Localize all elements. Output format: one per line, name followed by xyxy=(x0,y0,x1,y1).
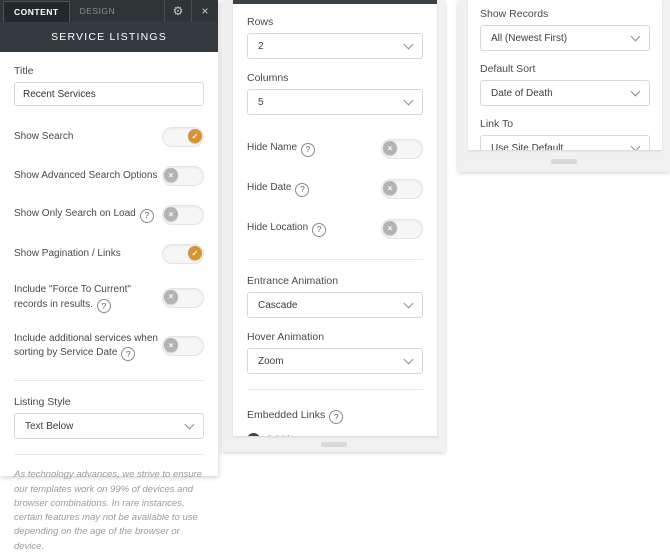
rows-value: 2 xyxy=(258,40,264,52)
tab-design[interactable]: DESIGN xyxy=(70,0,126,22)
columns-label: Columns xyxy=(247,72,289,84)
help-icon[interactable] xyxy=(96,298,111,313)
divider xyxy=(247,389,423,390)
link-to-value: Use Site Default xyxy=(491,142,564,151)
toggle-label: Show Advanced Search Options xyxy=(14,169,158,181)
drag-handle[interactable] xyxy=(551,158,577,164)
add-item-label: Add Item xyxy=(266,434,307,436)
show-search-row: Show Search xyxy=(14,127,204,147)
listing-style-select[interactable]: Text Below xyxy=(14,413,204,440)
show-search-toggle[interactable] xyxy=(162,127,204,147)
divider xyxy=(14,380,204,382)
close-button[interactable]: × xyxy=(191,0,218,22)
default-sort-value: Date of Death xyxy=(491,87,553,99)
show-only-search-toggle[interactable] xyxy=(162,205,204,225)
chevron-down-icon xyxy=(630,31,641,42)
chevron-down-icon xyxy=(403,39,414,50)
force-to-current-row: Include "Force To Current" records in re… xyxy=(14,283,204,313)
toggle-label: Show Search xyxy=(14,130,74,142)
additional-services-row: Include additional services when sorting… xyxy=(14,332,204,362)
hover-animation-select[interactable]: Zoom xyxy=(247,348,423,374)
hide-name-toggle[interactable] xyxy=(381,139,423,159)
chevron-down-icon xyxy=(403,354,414,365)
show-only-search-row: Show Only Search on Load xyxy=(14,205,204,225)
toggle-label: Include additional services when sorting… xyxy=(14,332,162,362)
divider xyxy=(14,454,204,456)
entrance-animation-label: Entrance Animation xyxy=(247,275,339,287)
panel-footer xyxy=(222,436,445,452)
hover-animation-label: Hover Animation xyxy=(247,331,325,343)
chevron-down-icon xyxy=(184,419,195,430)
chevron-down-icon xyxy=(403,298,414,309)
toggle-label: Hide Date xyxy=(247,181,310,197)
embedded-links-section: Embedded Links Add Item xyxy=(247,405,423,436)
title-field-label: Title xyxy=(14,65,34,77)
divider xyxy=(247,259,423,260)
hide-date-row: Hide Date xyxy=(247,179,423,199)
embedded-links-label: Embedded Links xyxy=(247,409,344,424)
grid-settings-card: Rows 2 Columns 5 Hide Name Hide Date xyxy=(233,0,437,436)
template-disclaimer: As technology advances, we strive to ens… xyxy=(14,469,202,552)
listing-style-label: Listing Style xyxy=(14,396,71,409)
rows-select[interactable]: 2 xyxy=(247,33,423,59)
service-listings-panel: CONTENT DESIGN ⚙ × SERVICE LISTINGS Titl… xyxy=(0,0,218,552)
hide-location-row: Hide Location xyxy=(247,219,423,239)
hide-date-toggle[interactable] xyxy=(381,179,423,199)
link-to-select[interactable]: Use Site Default xyxy=(480,135,650,150)
help-icon[interactable] xyxy=(301,142,316,157)
help-icon[interactable] xyxy=(329,410,344,424)
toggle-label: Hide Name xyxy=(247,141,316,157)
additional-services-toggle[interactable] xyxy=(162,336,204,357)
help-icon[interactable] xyxy=(295,182,310,197)
help-icon[interactable] xyxy=(121,347,136,362)
columns-select[interactable]: 5 xyxy=(247,89,423,115)
hover-animation-value: Zoom xyxy=(258,355,284,367)
settings-button[interactable]: ⚙ xyxy=(164,0,191,22)
show-records-value: All (Newest First) xyxy=(491,32,568,44)
show-advanced-search-row: Show Advanced Search Options xyxy=(14,166,204,186)
drag-handle[interactable] xyxy=(320,441,347,447)
add-icon xyxy=(247,433,260,436)
close-icon: × xyxy=(201,4,209,18)
chevron-down-icon xyxy=(630,141,641,150)
default-sort-select[interactable]: Date of Death xyxy=(480,80,650,106)
records-settings-card: Show Records All (Newest First) Default … xyxy=(468,0,662,150)
force-to-current-toggle[interactable] xyxy=(162,287,204,308)
chevron-down-icon xyxy=(403,95,414,106)
gear-icon: ⚙ xyxy=(172,4,184,18)
records-settings-panel: Show Records All (Newest First) Default … xyxy=(458,0,670,172)
default-sort-label: Default Sort xyxy=(480,63,536,75)
show-advanced-search-toggle[interactable] xyxy=(162,166,204,186)
panel-footer xyxy=(458,150,670,172)
title-input[interactable] xyxy=(14,82,204,106)
hide-name-row: Hide Name xyxy=(247,139,423,159)
hide-location-toggle[interactable] xyxy=(381,219,423,239)
panel-tabbar: CONTENT DESIGN ⚙ × xyxy=(0,0,218,22)
grid-settings-panel: Rows 2 Columns 5 Hide Name Hide Date xyxy=(222,0,445,452)
help-icon[interactable] xyxy=(139,208,154,223)
show-pagination-row: Show Pagination / Links xyxy=(14,244,204,264)
listing-style-value: Text Below xyxy=(25,420,74,432)
link-to-label: Link To xyxy=(480,118,514,130)
entrance-animation-value: Cascade xyxy=(258,299,298,311)
panel-title: SERVICE LISTINGS xyxy=(0,22,218,52)
show-records-label: Show Records xyxy=(480,8,549,20)
help-icon[interactable] xyxy=(312,222,327,237)
rows-label: Rows xyxy=(247,16,274,28)
entrance-animation-select[interactable]: Cascade xyxy=(247,292,423,318)
chevron-down-icon xyxy=(630,86,641,97)
toggle-label: Show Pagination / Links xyxy=(14,247,121,259)
show-pagination-toggle[interactable] xyxy=(162,244,204,264)
tab-content[interactable]: CONTENT xyxy=(3,1,70,22)
toggle-label: Include "Force To Current" records in re… xyxy=(14,283,162,313)
show-records-select[interactable]: All (Newest First) xyxy=(480,25,650,51)
toggle-label: Show Only Search on Load xyxy=(14,207,154,223)
columns-value: 5 xyxy=(258,96,264,108)
toggle-label: Hide Location xyxy=(247,221,327,237)
